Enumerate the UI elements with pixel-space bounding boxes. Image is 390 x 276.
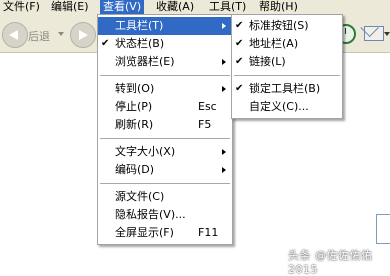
check-icon: ✔ xyxy=(235,38,244,49)
menu-tools[interactable]: 工具(T) xyxy=(206,0,249,14)
view-menu-item-source[interactable]: 源文件(C) xyxy=(98,188,232,206)
view-menu: 工具栏(T) ✔ 状态栏(B) 浏览器栏(E) 转到(O) 停止(P) Esc … xyxy=(97,14,233,245)
mail-dropdown-icon[interactable] xyxy=(384,32,390,36)
toolbars-item-customize[interactable]: 自定义(C)... xyxy=(232,98,342,116)
menu-edit[interactable]: 编辑(E) xyxy=(48,0,92,14)
toolbars-item-standard-buttons[interactable]: ✔ 标准按钮(S) xyxy=(232,17,342,35)
shortcut-label: F5 xyxy=(198,118,212,131)
mail-icon[interactable] xyxy=(364,26,384,41)
menu-separator xyxy=(234,75,340,76)
toolbars-item-lock-toolbars[interactable]: ✔ 锁定工具栏(B) xyxy=(232,80,342,98)
view-menu-item-stop[interactable]: 停止(P) Esc xyxy=(98,98,232,116)
view-menu-item-text-size[interactable]: 文字大小(X) xyxy=(98,143,232,161)
menu-item-label: 全屏显示(F) xyxy=(115,226,174,239)
shortcut-label: Esc xyxy=(198,100,217,113)
view-menu-item-statusbar[interactable]: ✔ 状态栏(B) xyxy=(98,35,232,53)
view-menu-item-encoding[interactable]: 编码(D) xyxy=(98,161,232,179)
menu-item-label: 自定义(C)... xyxy=(249,100,309,113)
menu-item-label: 转到(O) xyxy=(115,82,155,95)
shortcut-label: F11 xyxy=(198,226,219,239)
menu-item-label: 隐私报告(V)... xyxy=(115,208,186,221)
menu-separator xyxy=(100,138,230,139)
view-menu-item-toolbars[interactable]: 工具栏(T) xyxy=(98,17,232,35)
check-icon: ✔ xyxy=(235,83,244,94)
toolbars-submenu: ✔ 标准按钮(S) ✔ 地址栏(A) ✔ 链接(L) ✔ 锁定工具栏(B) 自定… xyxy=(231,14,343,119)
check-icon: ✔ xyxy=(101,38,110,49)
view-menu-item-privacy-report[interactable]: 隐私报告(V)... xyxy=(98,206,232,224)
view-menu-item-goto[interactable]: 转到(O) xyxy=(98,80,232,98)
menu-view[interactable]: 查看(V) xyxy=(100,0,145,14)
submenu-arrow-icon xyxy=(222,23,226,29)
menu-item-label: 状态栏(B) xyxy=(115,37,165,50)
submenu-arrow-icon xyxy=(222,149,226,155)
menu-file[interactable]: 文件(F) xyxy=(0,0,43,14)
page-input-box[interactable] xyxy=(376,214,390,244)
menu-item-label: 源文件(C) xyxy=(115,190,165,203)
menu-item-label: 浏览器栏(E) xyxy=(115,55,175,68)
menu-item-label: 文字大小(X) xyxy=(115,145,176,158)
submenu-arrow-icon xyxy=(222,59,226,65)
toolbars-item-links[interactable]: ✔ 链接(L) xyxy=(232,53,342,71)
menu-item-label: 锁定工具栏(B) xyxy=(249,82,321,95)
menu-bar: 文件(F) 编辑(E) 查看(V) 收藏(A) 工具(T) 帮助(H) xyxy=(0,0,390,14)
view-menu-item-refresh[interactable]: 刷新(R) F5 xyxy=(98,116,232,134)
menu-item-label: 工具栏(T) xyxy=(115,19,164,32)
menu-favorites[interactable]: 收藏(A) xyxy=(153,0,197,14)
menu-help[interactable]: 帮助(H) xyxy=(256,0,301,14)
submenu-arrow-icon xyxy=(222,86,226,92)
back-arrow-icon[interactable] xyxy=(2,22,28,48)
back-dropdown-icon[interactable] xyxy=(58,32,64,36)
view-menu-item-explorer-bar[interactable]: 浏览器栏(E) xyxy=(98,53,232,71)
check-icon: ✔ xyxy=(235,20,244,31)
menu-item-label: 编码(D) xyxy=(115,163,155,176)
menu-separator xyxy=(100,75,230,76)
menu-item-label: 链接(L) xyxy=(249,55,286,68)
check-icon: ✔ xyxy=(235,56,244,67)
menu-item-label: 停止(P) xyxy=(115,100,153,113)
menu-item-label: 地址栏(A) xyxy=(249,37,299,50)
menu-separator xyxy=(100,183,230,184)
view-menu-item-fullscreen[interactable]: 全屏显示(F) F11 xyxy=(98,224,232,242)
menu-item-label: 刷新(R) xyxy=(115,118,154,131)
back-button-label[interactable]: 后退 xyxy=(28,28,50,44)
forward-arrow-icon[interactable] xyxy=(70,22,96,48)
submenu-arrow-icon xyxy=(222,167,226,173)
toolbars-item-address-bar[interactable]: ✔ 地址栏(A) xyxy=(232,35,342,53)
menu-item-label: 标准按钮(S) xyxy=(249,19,309,32)
watermark-text: 头条 @佐佐佑佑2015 xyxy=(288,249,373,276)
